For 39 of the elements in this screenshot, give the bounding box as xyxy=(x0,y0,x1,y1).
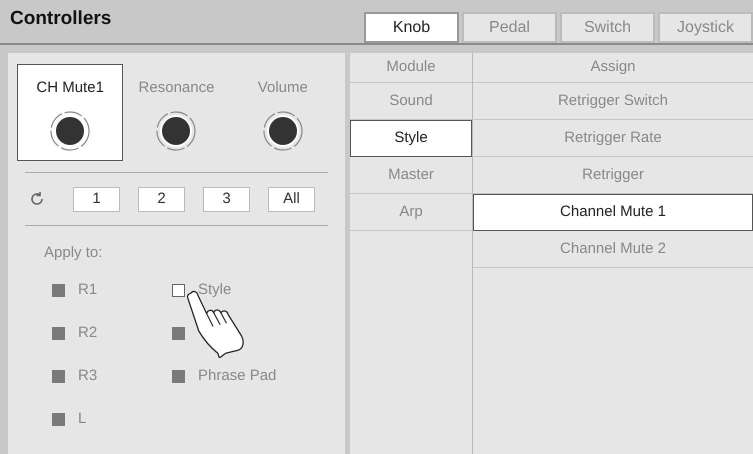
tab[interactable]: Pedal xyxy=(462,12,557,43)
preset-button[interactable]: 1 xyxy=(73,186,120,212)
assign-item[interactable]: Channel Mute 1 xyxy=(473,194,753,231)
preset-button[interactable]: 2 xyxy=(138,186,185,212)
knob-icon xyxy=(155,110,198,152)
knob-icon xyxy=(262,110,304,152)
tab[interactable]: Joystick xyxy=(658,12,753,43)
module-item[interactable]: Style xyxy=(350,120,472,157)
checkbox-label: R1 xyxy=(78,280,98,300)
checkbox[interactable] xyxy=(172,327,185,340)
checkbox-label: R3 xyxy=(78,366,98,386)
apply-to-label: Apply to: xyxy=(44,243,104,263)
assign-item[interactable]: Retrigger Rate xyxy=(473,120,753,157)
tab[interactable]: Knob xyxy=(364,12,459,43)
checkbox[interactable] xyxy=(172,370,185,383)
preset-button[interactable]: 3 xyxy=(203,186,250,212)
checkbox-label: L xyxy=(78,409,86,430)
refresh-icon[interactable] xyxy=(29,191,45,207)
knob-card[interactable]: CH Mute1 xyxy=(17,64,124,161)
knob-icon xyxy=(49,110,92,152)
preset-button[interactable]: All xyxy=(268,186,315,212)
assign-item[interactable]: Channel Mute 2 xyxy=(473,231,753,268)
column-header: Module xyxy=(350,53,472,83)
checkbox-label: R2 xyxy=(78,323,98,344)
checkbox[interactable] xyxy=(172,284,185,297)
assign-item[interactable]: Retrigger Switch xyxy=(473,83,753,120)
checkbox[interactable] xyxy=(52,327,65,340)
knob-card[interactable]: Volume xyxy=(230,64,336,161)
page-title: Controllers xyxy=(10,6,112,30)
module-item[interactable]: Master xyxy=(350,157,472,194)
checkbox[interactable] xyxy=(52,284,65,297)
module-item[interactable]: Arp xyxy=(350,194,472,231)
checkbox[interactable] xyxy=(52,413,65,426)
checkbox-label: Phrase Pad xyxy=(198,366,276,386)
column-header: Assign xyxy=(473,53,753,83)
checkbox-label: Style xyxy=(198,280,232,300)
checkbox[interactable] xyxy=(52,370,65,383)
tab[interactable]: Switch xyxy=(560,12,655,43)
knob-card[interactable]: Resonance xyxy=(123,64,230,161)
